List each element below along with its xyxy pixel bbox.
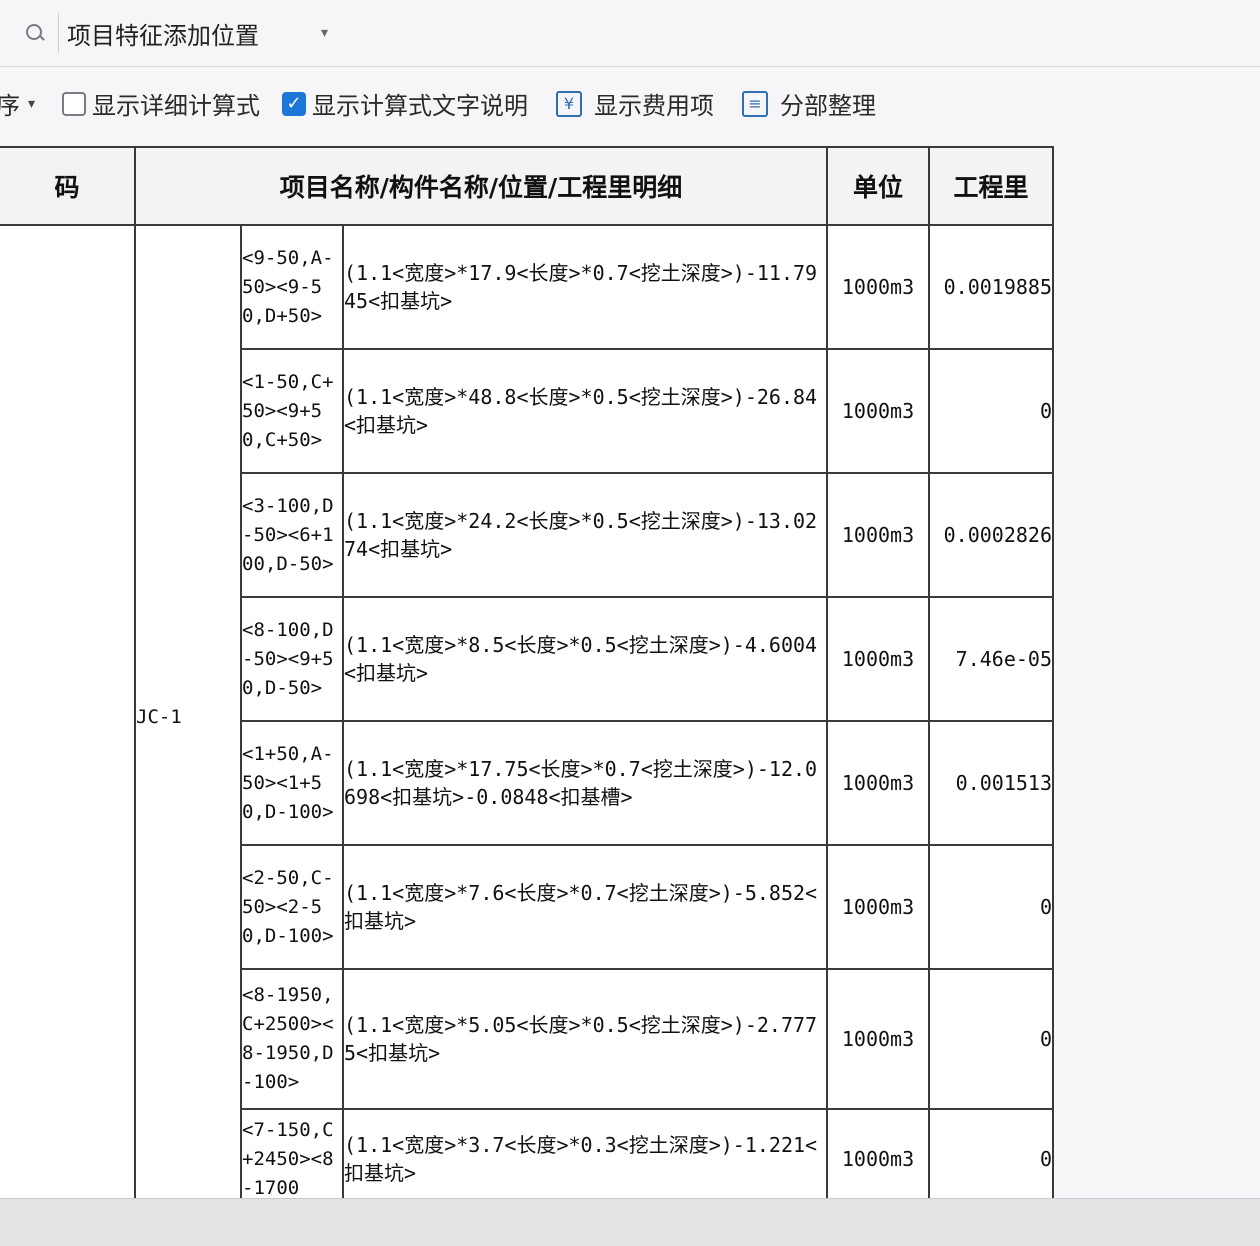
quantity-grid: 码 项目名称/构件名称/位置/工程里明细 单位 工程里 JC-1 <9-50,A… [0,146,1260,1198]
sort-label: 序 [0,92,20,120]
section-organize-button[interactable]: ≡ 分部整理 [742,86,876,121]
table-row[interactable]: JC-1 <9-50,A-50><9-50,D+50> (1.1<宽度>*17.… [0,224,1054,1198]
position-cell[interactable]: <2-50,C-50><2-50,D-100> [240,844,344,970]
quantity-cell[interactable]: 0 [928,348,1054,474]
quantity-cell[interactable]: 0 [928,1108,1054,1198]
show-fee-items-button[interactable]: ¥ 显示费用项 [556,86,714,121]
column-header-code[interactable]: 码 [0,146,136,226]
show-fee-items-label: 显示费用项 [594,92,714,120]
formula-cell[interactable]: (1.1<宽度>*8.5<长度>*0.5<挖土深度>)-4.6004<扣基坑> [342,596,828,722]
yen-icon: ¥ [556,90,582,117]
column-header-quantity[interactable]: 工程里 [928,146,1054,226]
table-header-row: 码 项目名称/构件名称/位置/工程里明细 单位 工程里 [0,146,1054,226]
unit-cell[interactable]: 1000m3 [826,348,930,474]
column-header-name[interactable]: 项目名称/构件名称/位置/工程里明细 [134,146,828,226]
section-organize-label: 分部整理 [780,92,876,120]
quantity-cell[interactable]: 0 [928,968,1054,1110]
unit-cell[interactable]: 1000m3 [826,472,930,598]
bottom-status-area [0,1198,1260,1246]
search-icon[interactable] [24,22,46,44]
component-name-cell[interactable]: JC-1 [134,224,242,1198]
position-cell[interactable]: <1-50,C+50><9+50,C+50> [240,348,344,474]
unit-cell[interactable]: 1000m3 [826,1108,930,1198]
unit-cell[interactable]: 1000m3 [826,720,930,846]
chevron-down-icon: ▾ [28,95,36,112]
position-cell[interactable]: <8-1950,C+2500><8-1950,D-100> [240,968,344,1110]
app-screen: ▾ 序 ▾ 显示详细计算式 ✓ 显示计算式文字说明 ¥ 显示费用项 ≡ 分部整理 [0,0,1260,1246]
search-divider [58,13,59,53]
quantity-cell[interactable]: 0.0019885 [928,224,1054,350]
search-input[interactable] [67,19,317,47]
search-dropdown-icon[interactable]: ▾ [321,25,328,41]
formula-cell[interactable]: (1.1<宽度>*5.05<长度>*0.5<挖土深度>)-2.7775<扣基坑> [342,968,828,1110]
quantity-table: 码 项目名称/构件名称/位置/工程里明细 单位 工程里 JC-1 <9-50,A… [0,146,1054,1198]
sort-dropdown[interactable]: 序 ▾ [0,86,35,121]
search-bar: ▾ [0,0,1260,67]
show-formula-text-toggle[interactable]: ✓ 显示计算式文字说明 [282,86,528,121]
formula-cell[interactable]: (1.1<宽度>*3.7<长度>*0.3<挖土深度>)-1.221<扣基坑> [342,1108,828,1198]
position-cell[interactable]: <8-100,D-50><9+50,D-50> [240,596,344,722]
position-cell[interactable]: <7-150,C+2450><8-1700 [240,1108,344,1198]
formula-cell[interactable]: (1.1<宽度>*48.8<长度>*0.5<挖土深度>)-26.84<扣基坑> [342,348,828,474]
show-formula-text-label: 显示计算式文字说明 [312,92,528,120]
formula-cell[interactable]: (1.1<宽度>*17.75<长度>*0.7<挖土深度>)-12.0698<扣基… [342,720,828,846]
show-detail-formula-label: 显示详细计算式 [92,92,260,120]
formula-cell[interactable]: (1.1<宽度>*17.9<长度>*0.7<挖土深度>)-11.7945<扣基坑… [342,224,828,350]
quantity-cell[interactable]: 0.001513 [928,720,1054,846]
unit-cell[interactable]: 1000m3 [826,224,930,350]
quantity-cell[interactable]: 0 [928,844,1054,970]
show-detail-formula-checkbox[interactable] [62,91,86,116]
unit-cell[interactable]: 1000m3 [826,844,930,970]
unit-cell[interactable]: 1000m3 [826,596,930,722]
show-detail-formula-toggle[interactable]: 显示详细计算式 [62,86,260,121]
quantity-cell[interactable]: 0.0002826 [928,472,1054,598]
position-cell[interactable]: <1+50,A-50><1+50,D-100> [240,720,344,846]
search-area: ▾ [0,10,328,56]
position-cell[interactable]: <3-100,D-50><6+100,D-50> [240,472,344,598]
toolbar: 序 ▾ 显示详细计算式 ✓ 显示计算式文字说明 ¥ 显示费用项 ≡ 分部整理 [0,68,1260,146]
formula-cell[interactable]: (1.1<宽度>*7.6<长度>*0.7<挖土深度>)-5.852<扣基坑> [342,844,828,970]
position-cell[interactable]: <9-50,A-50><9-50,D+50> [240,224,344,350]
column-header-unit[interactable]: 单位 [826,146,930,226]
formula-cell[interactable]: (1.1<宽度>*24.2<长度>*0.5<挖土深度>)-13.0274<扣基坑… [342,472,828,598]
quantity-cell[interactable]: 7.46e-05 [928,596,1054,722]
show-formula-text-checkbox[interactable]: ✓ [282,91,306,116]
code-cell[interactable] [0,224,136,1198]
unit-cell[interactable]: 1000m3 [826,968,930,1110]
list-icon: ≡ [742,90,768,117]
